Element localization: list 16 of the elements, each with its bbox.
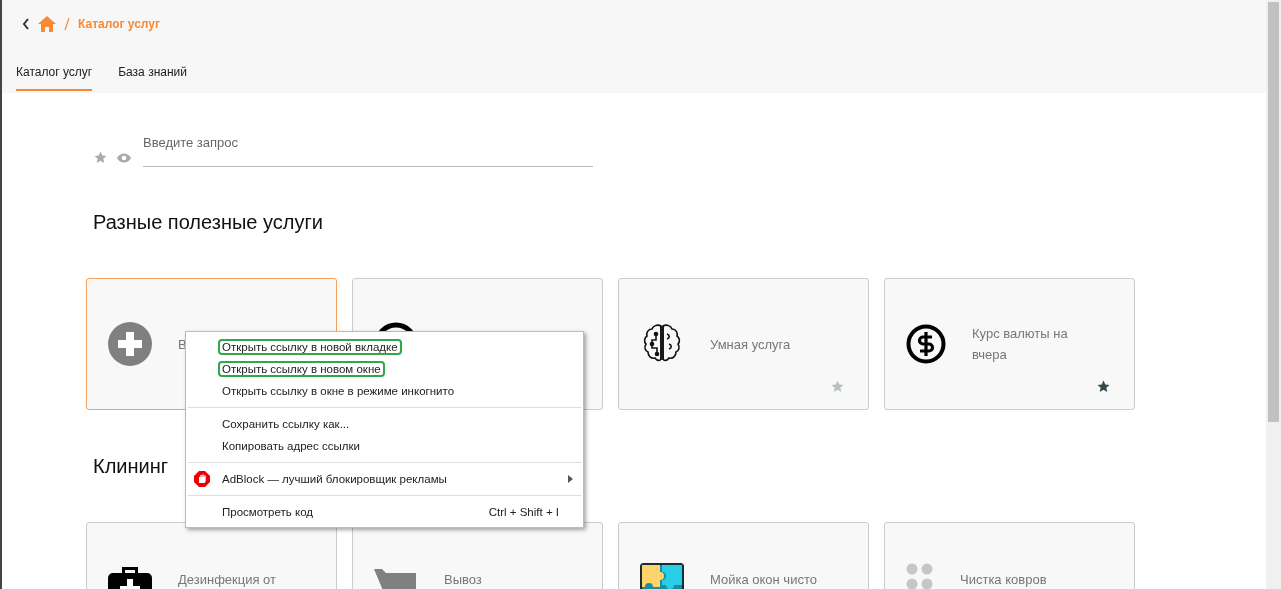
- card-title: Вывоз: [444, 571, 482, 589]
- menu-item-label: Просмотреть код: [222, 506, 313, 518]
- card-title: Дезинфекция от: [178, 571, 277, 589]
- card-title: Мойка окон чисто: [710, 571, 817, 589]
- menu-item-label: Открыть ссылку в окне в режиме инкогнито: [222, 385, 455, 397]
- shortcut-label: Ctrl + Shift + I: [488, 506, 559, 518]
- menu-item-label: Открыть ссылку в новом окне: [218, 361, 385, 377]
- card-title: Курс валюты на вчера: [972, 325, 1069, 364]
- menu-item-label: Сохранить ссылку как...: [222, 418, 350, 430]
- menu-item-label: Копировать адрес ссылки: [222, 440, 360, 452]
- card-title: Умная услуга: [710, 335, 791, 354]
- menu-item-label: AdBlock — лучший блокировщик рекламы: [222, 473, 447, 485]
- card-title: Чистка ковров: [960, 571, 1047, 589]
- section-title: Клининг: [93, 455, 170, 478]
- section-title: Разные полезные услуги: [93, 211, 324, 234]
- menu-item-label: Открыть ссылку в новой вкладке: [218, 339, 402, 355]
